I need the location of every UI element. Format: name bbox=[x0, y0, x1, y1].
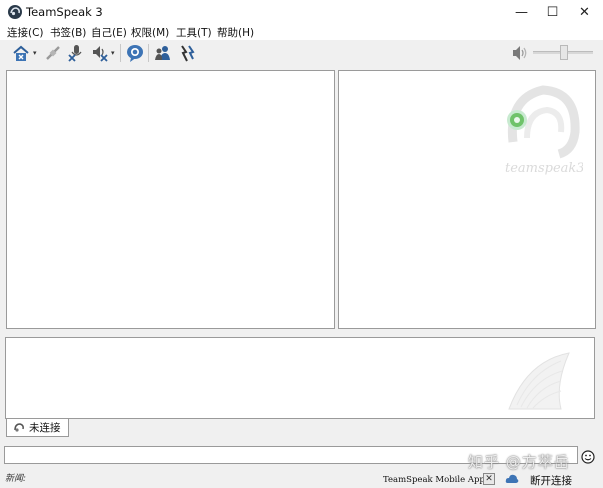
toolbar-separator bbox=[120, 44, 121, 62]
mute-microphone-icon[interactable] bbox=[66, 43, 86, 63]
volume-slider-handle[interactable] bbox=[560, 45, 568, 60]
menu-connections[interactable]: 连接(C) bbox=[7, 25, 44, 40]
speakers-dropdown-chevron-icon[interactable]: ▾ bbox=[111, 49, 115, 57]
connection-status-text: 断开连接 bbox=[530, 475, 572, 487]
connect-dropdown-chevron-icon[interactable]: ▾ bbox=[33, 49, 37, 57]
menu-self[interactable]: 自己(E) bbox=[91, 25, 127, 40]
mobile-apps-ticker[interactable]: TeamSpeak Mobile Apps bbox=[383, 475, 489, 485]
emoticon-icon[interactable] bbox=[581, 450, 595, 464]
svg-text:teamspeak3: teamspeak3 bbox=[505, 161, 583, 176]
watermark-credit-text: 知乎 @方萃岳 bbox=[468, 453, 570, 471]
volume-icon bbox=[513, 46, 527, 60]
maximize-button[interactable]: ☐ bbox=[537, 0, 568, 24]
toolbar-separator bbox=[148, 44, 149, 62]
chat-log-area[interactable] bbox=[5, 337, 595, 419]
contacts-icon[interactable] bbox=[153, 43, 173, 63]
chat-watermark-icon bbox=[508, 352, 570, 410]
teamspeak-watermark-logo-icon: teamspeak3 bbox=[505, 85, 583, 176]
menu-bar: 连接(C) 书签(B) 自己(E) 权限(M) 工具(T) 帮助(H) bbox=[0, 24, 603, 40]
title-bar[interactable]: TeamSpeak 3 — ☐ ✕ bbox=[0, 0, 603, 24]
close-news-button[interactable]: ✕ bbox=[483, 473, 495, 485]
mute-speakers-icon[interactable] bbox=[90, 43, 110, 63]
channel-tree-panel[interactable] bbox=[6, 70, 335, 329]
server-tab[interactable]: 未连接 bbox=[6, 419, 69, 437]
menu-bookmarks[interactable]: 书签(B) bbox=[50, 25, 86, 40]
whisper-icon[interactable] bbox=[177, 43, 197, 63]
server-tab-label: 未连接 bbox=[29, 422, 61, 434]
disconnect-icon[interactable] bbox=[43, 43, 63, 63]
close-button[interactable]: ✕ bbox=[569, 0, 600, 24]
server-tab-logo-icon bbox=[14, 423, 24, 432]
connect-icon[interactable] bbox=[11, 43, 31, 63]
away-icon[interactable] bbox=[125, 43, 145, 63]
connection-status-cloud-icon bbox=[505, 474, 519, 483]
menu-permissions[interactable]: 权限(M) bbox=[131, 25, 169, 40]
news-label: 新闻: bbox=[5, 474, 27, 484]
minimize-button[interactable]: — bbox=[506, 0, 537, 24]
server-info-panel[interactable]: teamspeak3 bbox=[338, 70, 596, 329]
menu-help[interactable]: 帮助(H) bbox=[217, 25, 254, 40]
teamspeak-logo-icon bbox=[8, 5, 22, 19]
window-title: TeamSpeak 3 bbox=[26, 5, 103, 19]
menu-tools[interactable]: 工具(T) bbox=[176, 25, 212, 40]
